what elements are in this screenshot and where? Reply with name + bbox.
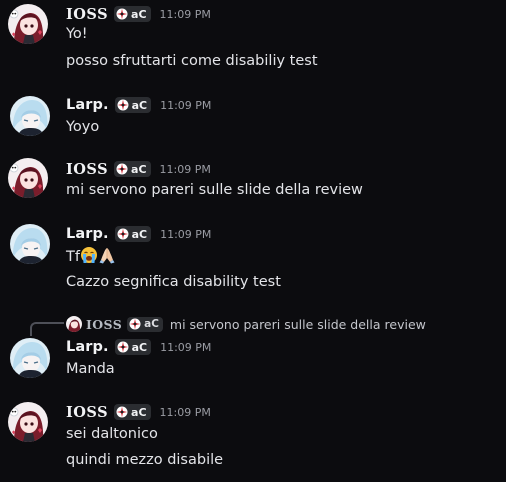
reply-text[interactable]: mi servono pareri sulle slide della revi… <box>170 317 426 332</box>
message-text: Cazzo segnifica disability test <box>66 274 281 290</box>
timestamp[interactable]: 11:09 PM <box>160 341 211 354</box>
message-text: quindi mezzo disabile <box>66 452 224 468</box>
reply-preview[interactable]: IOSS aC mi servono pareri sulle slide de… <box>66 316 426 332</box>
message-header: Larp. aC 11:09 PM <box>66 225 211 243</box>
guild-tag-label: aC <box>131 405 147 419</box>
username[interactable]: IOSS <box>66 404 108 421</box>
message-text: Yo! <box>66 26 88 42</box>
crosshair-icon <box>129 318 141 330</box>
timestamp[interactable]: 11:09 PM <box>160 406 211 419</box>
message-header: IOSS aC 11:09 PM <box>66 403 211 421</box>
message-text: Yoyo <box>66 119 100 135</box>
crosshair-icon <box>117 228 129 240</box>
guild-tag-label: aC <box>131 162 147 176</box>
message-text: Manda <box>66 361 115 377</box>
guild-tag-label: aC <box>131 98 148 112</box>
reply-guild-tag[interactable]: aC <box>127 316 163 332</box>
user-avatar[interactable] <box>10 338 50 378</box>
guild-tag-label: aC <box>131 7 147 21</box>
guild-tag[interactable]: aC <box>114 226 152 242</box>
crosshair-icon <box>116 406 128 418</box>
timestamp[interactable]: 11:09 PM <box>160 8 211 21</box>
message-header: IOSS aC 11:09 PM <box>66 5 211 23</box>
guild-tag[interactable]: aC <box>114 404 151 420</box>
message-text: mi servono pareri sulle slide della revi… <box>66 182 363 198</box>
user-avatar[interactable] <box>8 4 48 44</box>
message-header: Larp. aC 11:09 PM <box>66 96 211 114</box>
guild-tag-label: aC <box>131 227 148 241</box>
username[interactable]: Larp. <box>66 226 109 242</box>
timestamp[interactable]: 11:09 PM <box>160 99 211 112</box>
crosshair-icon <box>117 341 129 353</box>
message-header: IOSS aC 11:09 PM <box>66 160 211 178</box>
username[interactable]: Larp. <box>66 97 109 113</box>
username[interactable]: Larp. <box>66 339 109 355</box>
user-avatar[interactable] <box>10 224 50 264</box>
chat-message-list: IOSS aC 11:09 PM Yo! posso sfruttarti co… <box>0 0 506 482</box>
loudly-crying-face-emoji[interactable] <box>80 246 98 264</box>
reply-avatar[interactable] <box>66 316 82 332</box>
crosshair-icon <box>116 8 128 20</box>
guild-tag[interactable]: aC <box>114 6 151 22</box>
user-avatar[interactable] <box>8 158 48 198</box>
timestamp[interactable]: 11:09 PM <box>160 228 211 241</box>
message-text: Tf <box>66 246 116 266</box>
reply-connector <box>30 322 64 336</box>
message-text: sei daltonico <box>66 426 158 442</box>
message-text: posso sfruttarti come disabiliy test <box>66 53 318 69</box>
guild-tag-label: aC <box>131 340 148 354</box>
message-header: Larp. aC 11:09 PM <box>66 338 211 356</box>
username[interactable]: IOSS <box>66 161 108 178</box>
guild-tag[interactable]: aC <box>114 97 152 113</box>
reply-guild-tag-label: aC <box>144 318 159 330</box>
guild-tag[interactable]: aC <box>114 161 151 177</box>
username[interactable]: IOSS <box>66 6 108 23</box>
user-avatar[interactable] <box>8 402 48 442</box>
crosshair-icon <box>117 99 129 111</box>
timestamp[interactable]: 11:09 PM <box>160 163 211 176</box>
reply-username[interactable]: IOSS <box>86 317 122 332</box>
user-avatar[interactable] <box>10 96 50 136</box>
guild-tag[interactable]: aC <box>114 339 152 355</box>
message-text-part: Tf <box>66 249 80 265</box>
crosshair-icon <box>116 163 128 175</box>
folded-hands-emoji[interactable] <box>98 246 116 264</box>
